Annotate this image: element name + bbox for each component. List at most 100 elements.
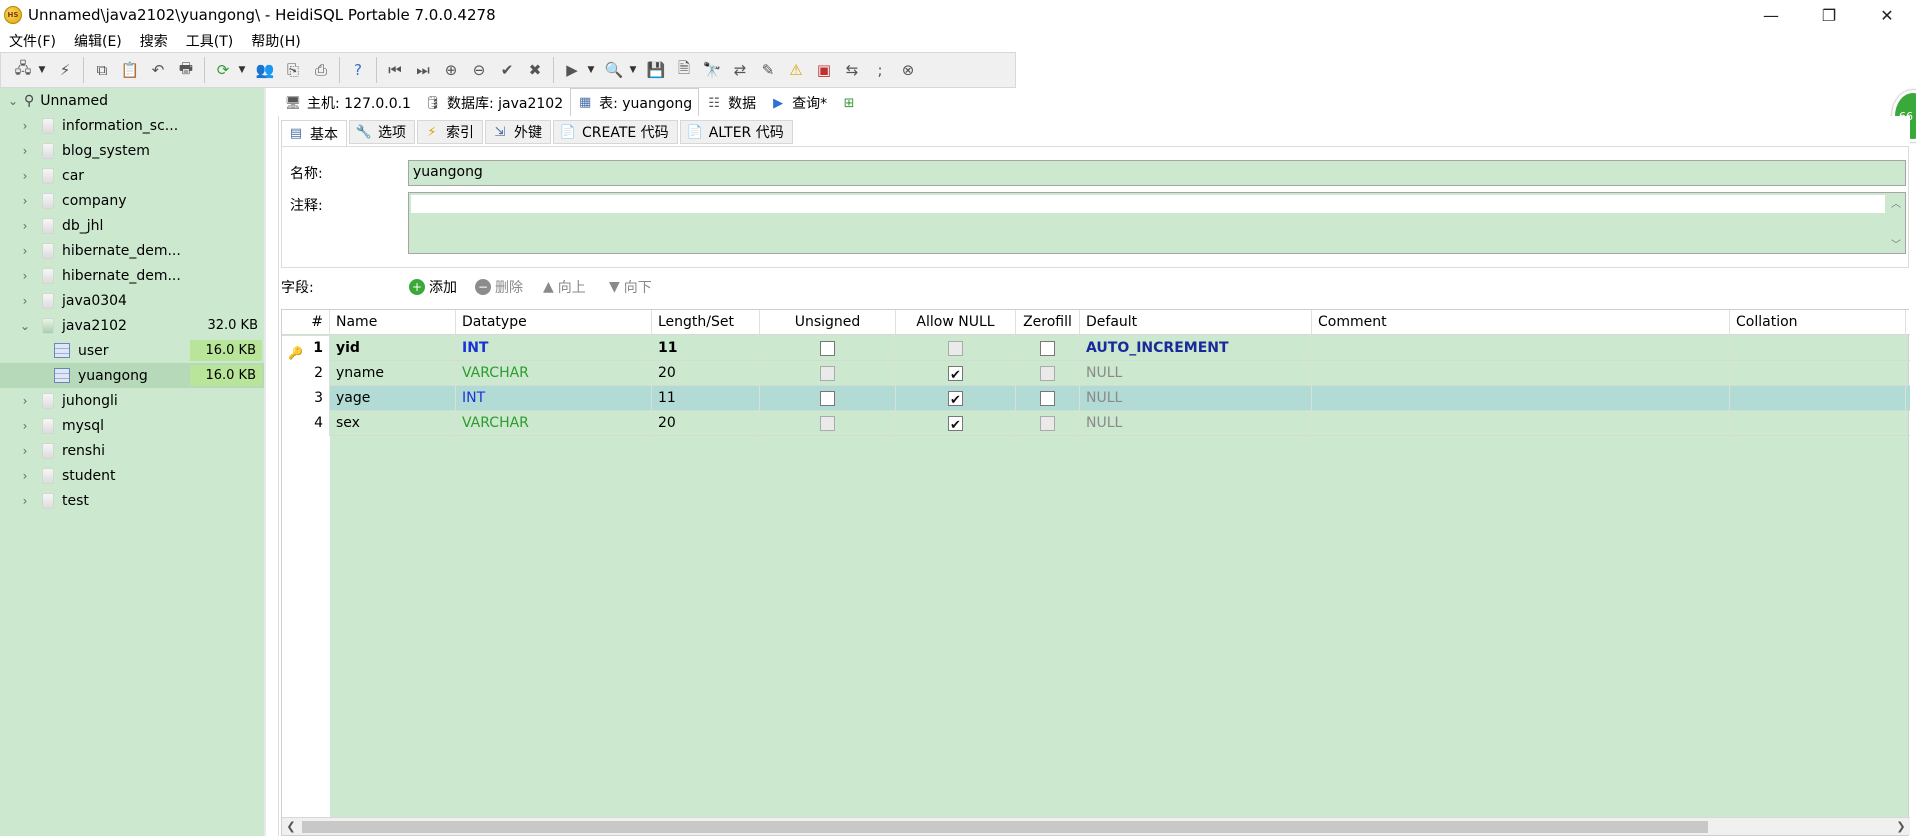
hex-icon[interactable]: ▣ bbox=[812, 58, 836, 82]
cancel-record-icon[interactable]: ✖ bbox=[523, 58, 547, 82]
col-header-number[interactable]: # bbox=[282, 310, 330, 335]
stop-icon[interactable]: ⊗ bbox=[896, 58, 920, 82]
menu-file[interactable]: 文件(F) bbox=[0, 31, 65, 51]
unsigned-checkbox[interactable] bbox=[820, 366, 835, 381]
field-datatype[interactable]: INT bbox=[456, 336, 652, 361]
chevron-down-icon[interactable]: ⌄ bbox=[18, 319, 32, 333]
allow-null-checkbox[interactable] bbox=[948, 341, 963, 356]
help-icon[interactable]: ? bbox=[346, 58, 370, 82]
menu-search[interactable]: 搜索 bbox=[131, 31, 177, 51]
insert-record-icon[interactable]: ⊕ bbox=[439, 58, 463, 82]
chevron-right-icon[interactable]: › bbox=[18, 219, 32, 233]
copy-icon[interactable]: ⧉ bbox=[90, 58, 114, 82]
chevron-right-icon[interactable]: › bbox=[18, 269, 32, 283]
chevron-right-icon[interactable]: › bbox=[18, 294, 32, 308]
find-icon[interactable]: 🔭 bbox=[700, 58, 724, 82]
disconnect-icon[interactable]: ⚡ bbox=[53, 58, 77, 82]
refresh-dropdown-icon[interactable]: ▼ bbox=[235, 58, 249, 82]
table-row[interactable]: 3 yage INT 11 NULL bbox=[282, 386, 1910, 413]
last-record-icon[interactable]: ⏭ bbox=[411, 58, 435, 82]
field-name[interactable]: yage bbox=[330, 386, 456, 411]
table-row[interactable]: 4 sex VARCHAR 20 NULL bbox=[282, 411, 1910, 438]
minimize-button[interactable]: — bbox=[1742, 0, 1800, 30]
tree-db-item-java2102[interactable]: ⌄ java2102 32.0 KB bbox=[0, 313, 264, 338]
scroll-left-icon[interactable]: ❮ bbox=[282, 818, 300, 836]
col-header-collation[interactable]: Collation bbox=[1730, 310, 1906, 335]
field-collation[interactable] bbox=[1730, 411, 1906, 436]
chevron-right-icon[interactable]: › bbox=[18, 394, 32, 408]
field-datatype[interactable]: VARCHAR bbox=[456, 411, 652, 436]
subtab-basic[interactable]: ▤ 基本 bbox=[281, 120, 347, 146]
tree-db-item[interactable]: › car bbox=[0, 163, 264, 188]
first-record-icon[interactable]: ⏮ bbox=[383, 58, 407, 82]
field-default[interactable]: AUTO_INCREMENT bbox=[1080, 336, 1312, 361]
tree-db-item[interactable]: › db_jhl bbox=[0, 213, 264, 238]
field-collation[interactable] bbox=[1730, 361, 1906, 386]
chevron-right-icon[interactable]: › bbox=[18, 494, 32, 508]
zerofill-checkbox[interactable] bbox=[1040, 341, 1055, 356]
tree-db-item[interactable]: › blog_system bbox=[0, 138, 264, 163]
zerofill-checkbox[interactable] bbox=[1040, 391, 1055, 406]
move-up-button[interactable]: ▲ 向上 bbox=[543, 277, 586, 297]
query-tools-dropdown-icon[interactable]: ▼ bbox=[626, 58, 640, 82]
tree-db-item[interactable]: › company bbox=[0, 188, 264, 213]
subtab-create-code[interactable]: 📄 CREATE 代码 bbox=[553, 120, 678, 144]
close-button[interactable]: ✕ bbox=[1858, 0, 1916, 30]
tree-table-user[interactable]: user 16.0 KB bbox=[0, 338, 264, 363]
col-header-datatype[interactable]: Datatype bbox=[456, 310, 652, 335]
field-length[interactable]: 11 bbox=[652, 336, 760, 361]
field-datatype[interactable]: INT bbox=[456, 386, 652, 411]
replace-icon[interactable]: ⇄ bbox=[728, 58, 752, 82]
post-record-icon[interactable]: ✔ bbox=[495, 58, 519, 82]
scrollbar-thumb[interactable] bbox=[302, 821, 1708, 833]
field-comment[interactable] bbox=[1312, 361, 1730, 386]
refresh-icon[interactable]: ⟳ bbox=[211, 58, 235, 82]
field-default[interactable]: NULL bbox=[1080, 361, 1312, 386]
table-comment-input[interactable]: ︿ ﹀ bbox=[408, 192, 1906, 254]
chevron-right-icon[interactable]: › bbox=[18, 144, 32, 158]
warning-icon[interactable]: ⚠ bbox=[784, 58, 808, 82]
tree-db-item[interactable]: › student bbox=[0, 463, 264, 488]
run-query-icon[interactable]: ▶ bbox=[560, 58, 584, 82]
chevron-right-icon[interactable]: › bbox=[18, 419, 32, 433]
undo-icon[interactable]: ↶ bbox=[146, 58, 170, 82]
chevron-right-icon[interactable]: › bbox=[18, 169, 32, 183]
field-collation[interactable] bbox=[1730, 336, 1906, 361]
col-header-default[interactable]: Default bbox=[1080, 310, 1312, 335]
tab-table[interactable]: ▦ 表: yuangong bbox=[570, 88, 700, 116]
tree-db-item[interactable]: › hibernate_dem... bbox=[0, 263, 264, 288]
semicolon-icon[interactable]: ; bbox=[868, 58, 892, 82]
table-row[interactable]: 2 yname VARCHAR 20 NULL bbox=[282, 361, 1910, 388]
chevron-right-icon[interactable]: › bbox=[18, 469, 32, 483]
chevron-right-icon[interactable]: › bbox=[18, 194, 32, 208]
scroll-up-icon[interactable]: ︿ bbox=[1891, 195, 1901, 210]
import-icon[interactable]: ⎘ bbox=[281, 58, 305, 82]
add-field-button[interactable]: + 添加 bbox=[409, 277, 457, 297]
zerofill-checkbox[interactable] bbox=[1040, 366, 1055, 381]
chevron-right-icon[interactable]: › bbox=[18, 119, 32, 133]
field-comment[interactable] bbox=[1312, 386, 1730, 411]
chevron-right-icon[interactable]: › bbox=[18, 444, 32, 458]
field-default[interactable]: NULL bbox=[1080, 411, 1312, 436]
col-header-allow-null[interactable]: Allow NULL bbox=[896, 310, 1016, 335]
menu-help[interactable]: 帮助(H) bbox=[242, 31, 309, 51]
field-comment[interactable] bbox=[1312, 336, 1730, 361]
tree-table-yuangong[interactable]: yuangong 16.0 KB bbox=[0, 363, 264, 388]
tree-db-item[interactable]: › renshi bbox=[0, 438, 264, 463]
unsigned-checkbox[interactable] bbox=[820, 391, 835, 406]
subtab-foreign-keys[interactable]: ⇲ 外键 bbox=[485, 120, 551, 144]
field-datatype[interactable]: VARCHAR bbox=[456, 361, 652, 386]
field-comment[interactable] bbox=[1312, 411, 1730, 436]
delete-record-icon[interactable]: ⊖ bbox=[467, 58, 491, 82]
table-row[interactable]: 🔑 1 yid INT 11 AUTO_INCREMENT bbox=[282, 336, 1910, 361]
field-length[interactable]: 20 bbox=[652, 361, 760, 386]
query-tools-icon[interactable]: 🔍 bbox=[602, 58, 626, 82]
allow-null-checkbox[interactable] bbox=[948, 363, 963, 388]
chevron-right-icon[interactable]: › bbox=[18, 244, 32, 258]
tab-query[interactable]: ▶ 查询* bbox=[763, 90, 834, 116]
tree-db-item[interactable]: › mysql bbox=[0, 413, 264, 438]
delete-field-button[interactable]: − 删除 bbox=[475, 277, 523, 297]
tree-db-item[interactable]: › test bbox=[0, 488, 264, 513]
tab-host[interactable]: 🖥 主机: 127.0.0.1 bbox=[278, 90, 418, 116]
session-manager-icon[interactable]: 🖧 bbox=[11, 58, 35, 82]
